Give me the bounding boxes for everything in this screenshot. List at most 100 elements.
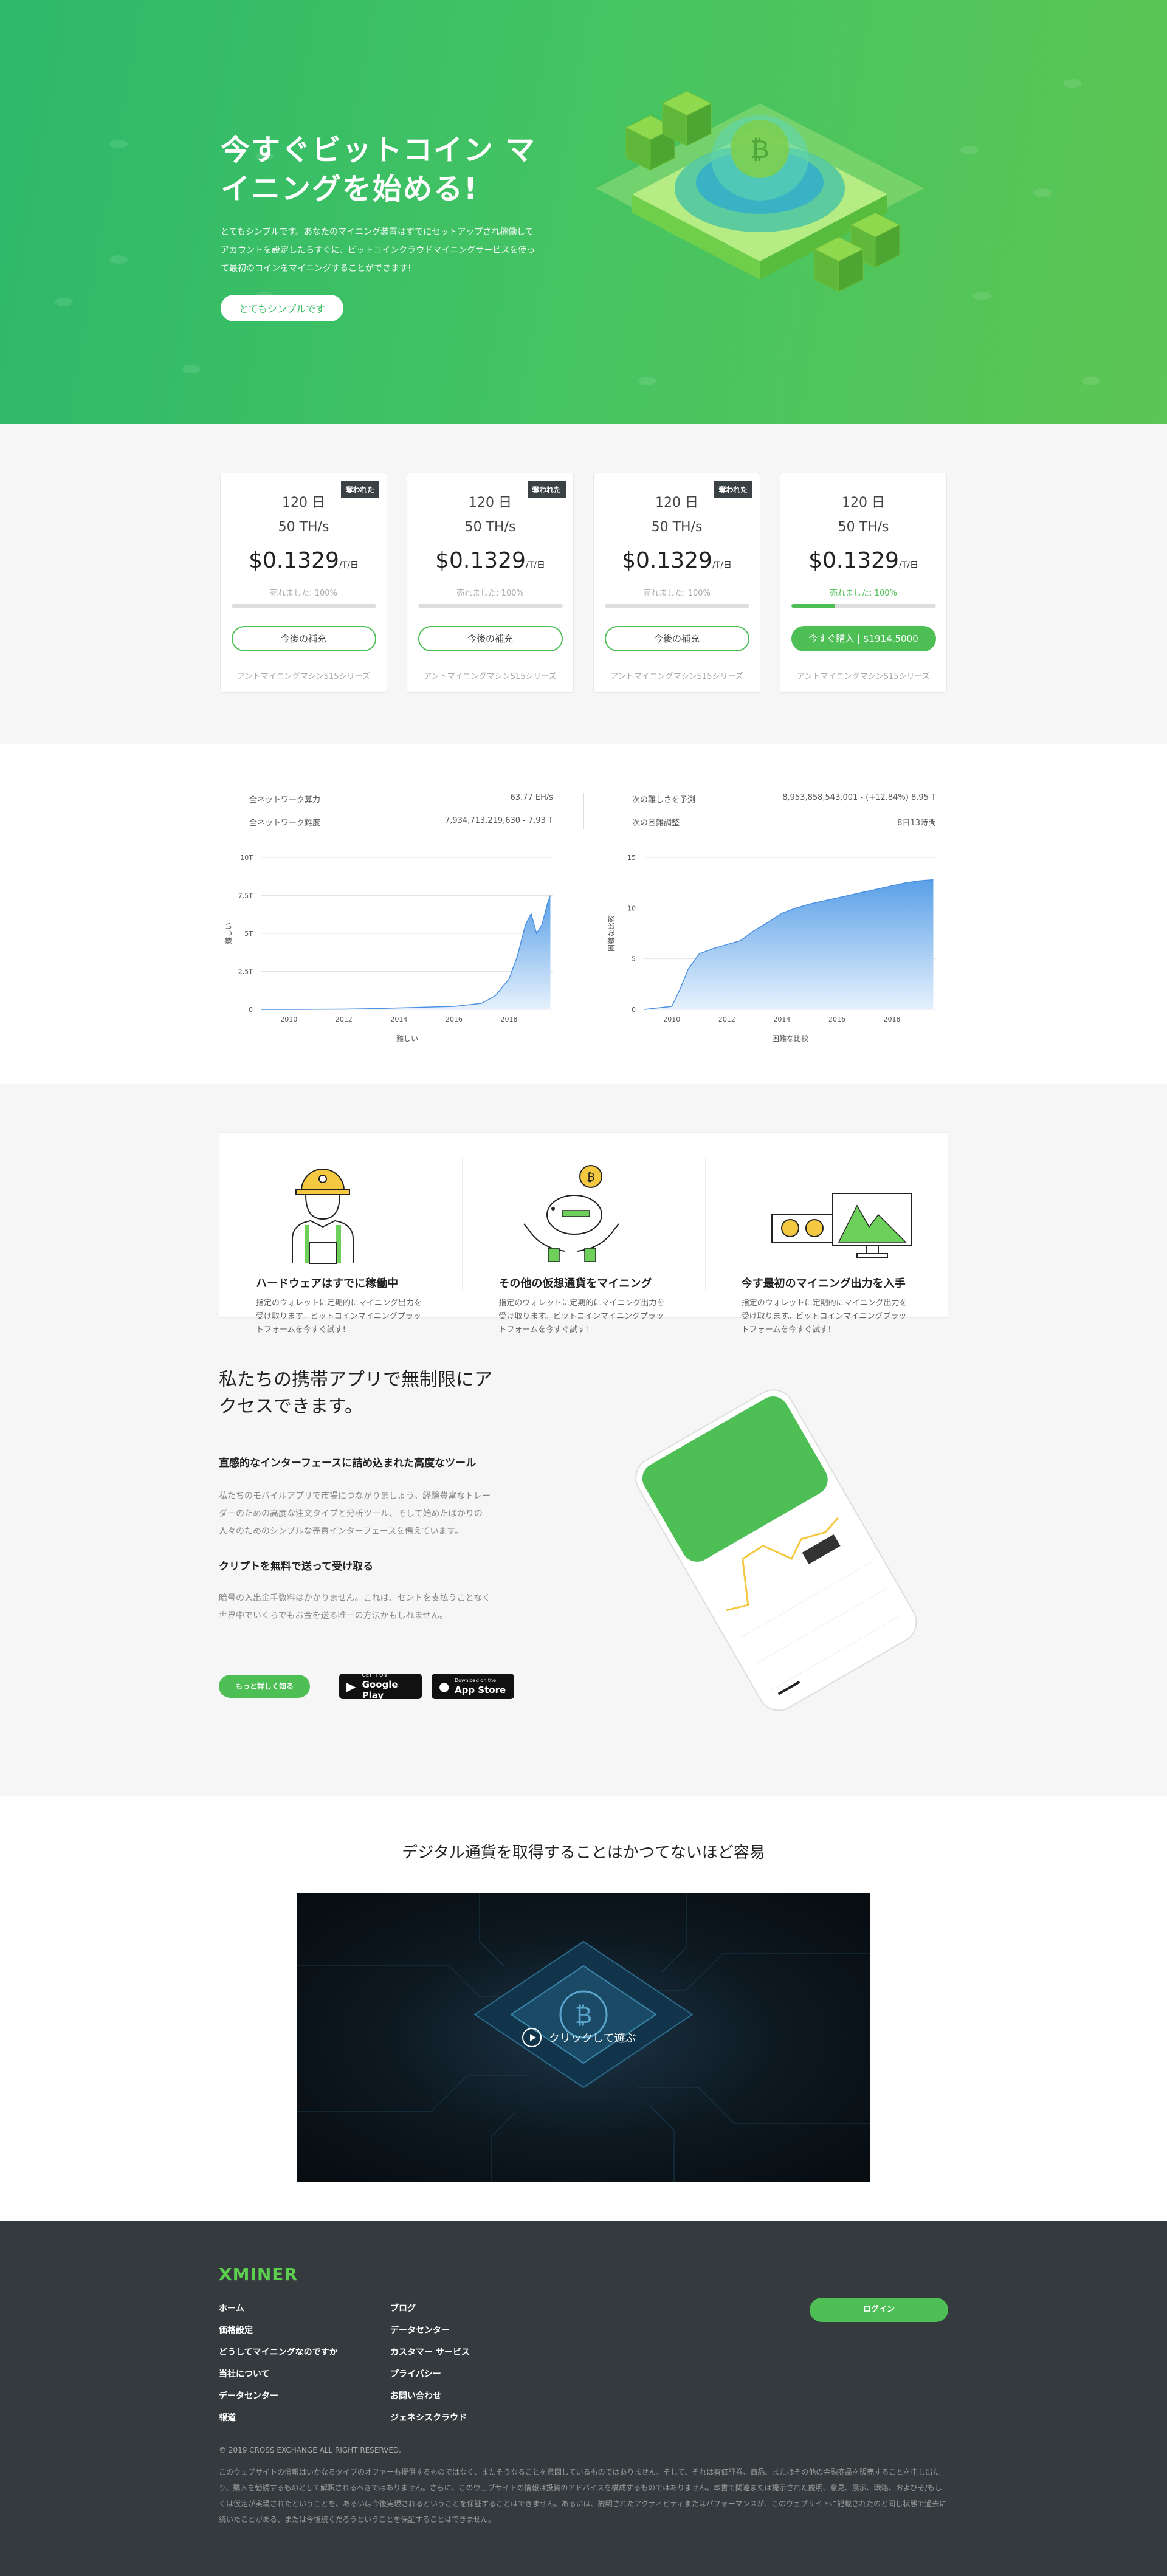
features-box: ハードウェアはすでに稼働中 指定のウォレットに定期的にマイニング出力を受け取りま…	[219, 1132, 948, 1334]
price-unit: /T/日	[898, 560, 918, 570]
x-tick-label: 2010	[280, 1015, 297, 1023]
footer-logo[interactable]: XMINER	[219, 2264, 948, 2284]
stat-value: 8日13時間	[897, 819, 936, 828]
hero-cta-button[interactable]: とてもシンプルです	[221, 295, 344, 321]
area-series	[644, 879, 934, 1009]
price: $0.1329/T/日	[594, 548, 760, 573]
footer-link-datacenter-2[interactable]: データセンター	[390, 2320, 562, 2341]
stat-row: 全ネットワーク難度 7,934,713,219,630 - 7.93 T	[219, 816, 565, 839]
stat-label: 次の困難調整	[632, 819, 680, 828]
worker-icon	[292, 1169, 354, 1264]
sold-progress-bar	[791, 604, 936, 608]
y-tick-label: 5T	[244, 930, 253, 938]
buy-now-button[interactable]: 今すぐ購入 | $1914.5000	[791, 626, 936, 651]
video-player[interactable]: ₿ クリックして遊ぶ	[297, 1893, 870, 2182]
price-value: $0.1329	[249, 548, 339, 573]
price-value: $0.1329	[622, 548, 712, 573]
footer-link-home[interactable]: ホーム	[219, 2298, 390, 2320]
stat-value: 7,934,713,219,630 - 7.93 T	[444, 816, 553, 825]
feature-title: 今す最初のマイニング出力を入手	[741, 1277, 906, 1290]
machine-series: アントマイニングマシンS15シリーズ	[797, 672, 930, 681]
store-caption: Download on the	[455, 1678, 496, 1683]
disclaimer: このウェブサイトの情報はいかなるタイプのオファーも提供するものではなく、またそう…	[219, 2468, 947, 2524]
video-title: デジタル通貨を取得することはかつてないほど容易	[402, 1844, 765, 1862]
restock-button[interactable]: 今後の補充	[231, 626, 376, 651]
feature-title: その他の仮想通貨をマイニング	[498, 1277, 652, 1290]
store-name: Google Play	[362, 1679, 398, 1701]
difficulty-comparison-chart: 0510152010 2012 2014 2016 2018困難な比較困難な比較	[607, 854, 936, 1043]
features-section: ハードウェアはすでに稼働中 指定のウォレットに定期的にマイニング出力を受け取りま…	[0, 1084, 1167, 1796]
phone-mockup-illustration	[635, 1389, 917, 1711]
svg-text:₿: ₿	[587, 1171, 595, 1184]
play-label: クリックして遊ぶ	[549, 2032, 636, 2045]
apple-icon: ●	[439, 1679, 450, 1694]
learn-more-button[interactable]: もっと詳しく知る	[219, 1675, 310, 1698]
y-tick-label: 0	[632, 1006, 636, 1014]
sold-out-badge: 奪われた	[340, 481, 379, 498]
video-section: デジタル通貨を取得することはかつてないほど容易 ₿ クリックして遊ぶ	[0, 1796, 1167, 2221]
x-tick-label: 2016	[446, 1015, 463, 1023]
x-tick-label: 2010	[663, 1015, 680, 1023]
sold-progress-bar	[231, 604, 376, 608]
footer-column: ブログ データセンター カスタマー サービス プライバシー お問い合わせ ジェネ…	[390, 2298, 562, 2429]
hero-description: とてもシンプルです。あなたのマイニング装置はすでにセットアップされ稼働して アカ…	[221, 227, 535, 273]
machine-series: アントマイニングマシンS15シリーズ	[424, 672, 557, 681]
pricing-card-available: 120 日 50 TH/s $0.1329/T/日 売れました: 100% 今す…	[780, 473, 947, 693]
login-button[interactable]: ログイン	[810, 2298, 948, 2322]
feature-hardware: ハードウェアはすでに稼働中 指定のウォレットに定期的にマイニング出力を受け取りま…	[219, 1133, 462, 1334]
pricing-card: 奪われた 120 日 50 TH/s $0.1329/T/日 売れました: 10…	[593, 473, 760, 693]
y-axis-label: 困難な比較	[607, 915, 616, 952]
price: $0.1329/T/日	[221, 548, 387, 573]
store-name: App Store	[455, 1685, 506, 1695]
pricing-section: 奪われた 120 日 50 TH/s $0.1329/T/日 売れました: 10…	[0, 424, 1167, 744]
x-tick-label: 2014	[773, 1015, 790, 1023]
footer-link-blog[interactable]: ブログ	[390, 2298, 562, 2320]
pricing-card: 奪われた 120 日 50 TH/s $0.1329/T/日 売れました: 10…	[220, 473, 387, 693]
app-feature-text: 私たちのモバイルアプリで市場につながりましょう。経験豊富なトレーダーのための高度…	[219, 1491, 491, 1536]
restock-button[interactable]: 今後の補充	[604, 626, 749, 651]
restock-button[interactable]: 今後の補充	[418, 626, 563, 651]
price-unit: /T/日	[339, 560, 359, 570]
contract-days: 120 日	[842, 495, 885, 510]
pricing-card: 奪われた 120 日 50 TH/s $0.1329/T/日 売れました: 10…	[407, 473, 574, 693]
sold-percentage: 売れました: 100%	[830, 589, 897, 598]
stat-label: 次の難しさを予測	[632, 795, 696, 805]
hash-rate: 50 TH/s	[838, 520, 889, 535]
footer-link-press[interactable]: 報道	[219, 2407, 390, 2429]
x-tick-label: 2018	[884, 1015, 901, 1023]
y-tick-label: 0	[249, 1006, 253, 1014]
app-feature-text: 暗号の入出金手数料はかかりません。これは、セントを支払うことなく世界中でいくらで…	[219, 1593, 491, 1621]
app-store-button[interactable]: ● Download on the App Store	[432, 1674, 514, 1699]
sold-percentage: 売れました: 100%	[270, 589, 337, 598]
stat-row: 次の困難調整 8日13時間	[602, 816, 948, 839]
piggy-bank-icon: ₿	[523, 1165, 620, 1262]
x-tick-label: 2012	[336, 1015, 353, 1023]
footer-link-why-mining[interactable]: どうしてマイニングなのですか	[219, 2341, 390, 2363]
footer-link-privacy[interactable]: プライバシー	[390, 2363, 562, 2385]
stat-label: 全ネットワーク算力	[249, 795, 321, 805]
x-tick-label: 2014	[390, 1015, 407, 1023]
x-tick-label: 2012	[718, 1015, 735, 1023]
play-button[interactable]: クリックして遊ぶ	[522, 2028, 636, 2047]
footer-link-pricing[interactable]: 価格設定	[219, 2320, 390, 2341]
footer-link-about[interactable]: 当社について	[219, 2363, 390, 2385]
feature-first-output: 今す最初のマイニング出力を入手 指定のウォレットに定期的にマイニング出力を受け取…	[704, 1133, 948, 1334]
footer-link-genesis-cloud[interactable]: ジェネシスクラウド	[390, 2407, 562, 2429]
feature-text: 指定のウォレットに定期的にマイニング出力を受け取ります。ビットコインマイニングプ…	[498, 1299, 665, 1334]
monitor-gpu-icon	[771, 1193, 912, 1258]
google-play-button[interactable]: ▶ GET IT ON Google Play	[339, 1672, 422, 1701]
difficulty-panel: 全ネットワーク算力 63.77 EH/s 全ネットワーク難度 7,934,713,2…	[219, 793, 565, 1046]
stat-row: 次の難しさを予測 8,953,858,543,001 - (+12.84%) 8.…	[602, 793, 948, 816]
footer-link-datacenter[interactable]: データセンター	[219, 2385, 390, 2407]
footer-link-contact[interactable]: お問い合わせ	[390, 2385, 562, 2407]
hash-rate: 50 TH/s	[278, 520, 329, 535]
hero-section: 今すぐビットコイン マ イニングを始める! とてもシンプルです。あなたのマイニン…	[0, 0, 1167, 424]
feature-text: 指定のウォレットに定期的にマイニング出力を受け取ります。ビットコインマイニングプ…	[256, 1299, 422, 1334]
stat-row: 全ネットワーク算力 63.77 EH/s	[219, 793, 565, 816]
feature-other-currencies: ₿ その他の仮想通貨をマイニング 指定のウォレットに定期的にマイニング出力を受け…	[462, 1133, 704, 1334]
x-tick-label: 2016	[828, 1015, 845, 1023]
footer-column: ホーム 価格設定 どうしてマイニングなのですか 当社について データセンター 報…	[219, 2298, 390, 2429]
svg-text:₿: ₿	[575, 2002, 592, 2028]
footer-link-customer-service[interactable]: カスタマー サービス	[390, 2341, 562, 2363]
area-series	[261, 895, 551, 1009]
